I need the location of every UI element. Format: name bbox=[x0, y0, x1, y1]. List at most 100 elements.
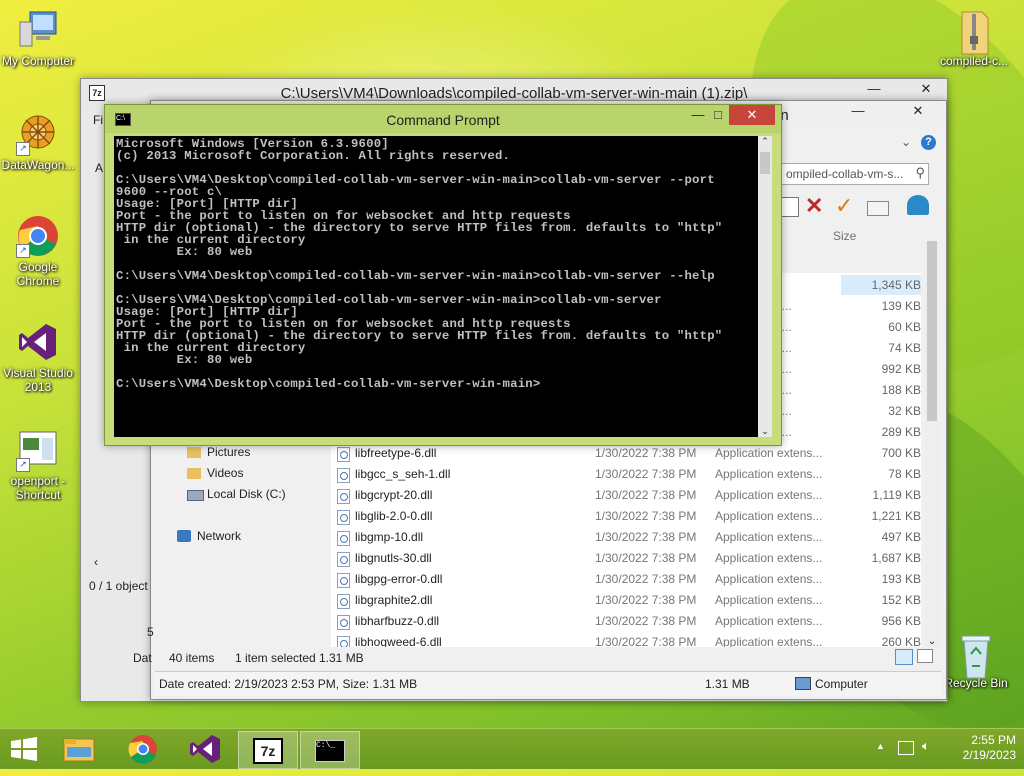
taskbar-file-explorer[interactable] bbox=[50, 731, 108, 767]
zip-scroll-left[interactable]: ‹ bbox=[89, 555, 103, 569]
recycle-bin-icon bbox=[954, 630, 998, 679]
file-name: libhogweed-6.dll bbox=[355, 635, 442, 647]
cmd-scroll-thumb[interactable] bbox=[760, 152, 770, 174]
file-size: 139 KB bbox=[881, 299, 921, 313]
nav-label: Local Disk (C:) bbox=[207, 487, 286, 501]
file-type: Application extens... bbox=[715, 635, 823, 647]
table-row[interactable]: libhogweed-6.dll 1/30/2022 7:38 PM Applica… bbox=[331, 632, 921, 647]
help-icon[interactable]: ? bbox=[921, 135, 936, 150]
desktop-icon-openport[interactable]: ↗ openport - Shortcut bbox=[0, 428, 76, 502]
shell-icon[interactable] bbox=[907, 195, 929, 215]
table-row[interactable]: libgcrypt-20.dll 1/30/2022 7:38 PM Applica… bbox=[331, 485, 921, 506]
desktop-icon-label: DataWagon... bbox=[1, 158, 75, 172]
scroll-down-arrow[interactable]: ⌄ bbox=[925, 636, 939, 647]
table-row[interactable]: libgcc_s_seh-1.dll 1/30/2022 7:38 PM Appli… bbox=[331, 464, 921, 485]
nav-videos[interactable]: Videos bbox=[187, 463, 327, 484]
dll-file-icon bbox=[337, 615, 350, 630]
scroll-down-arrow[interactable]: ⌄ bbox=[758, 426, 772, 437]
table-row[interactable]: libglib-2.0-0.dll 1/30/2022 7:38 PM Applic… bbox=[331, 506, 921, 527]
file-size: 74 KB bbox=[888, 341, 921, 355]
table-row[interactable]: libharfbuzz-0.dll 1/30/2022 7:38 PM Applic… bbox=[331, 611, 921, 632]
address-bar[interactable]: ompiled-collab-vm-s... ⚲ bbox=[781, 163, 929, 185]
selection-count: 1 item selected bbox=[235, 651, 316, 665]
computer-icon bbox=[16, 8, 60, 52]
desktop-icon-visual-studio[interactable]: Visual Studio 2013 bbox=[0, 320, 76, 394]
dll-file-icon bbox=[337, 573, 350, 588]
nav-label: Network bbox=[197, 529, 242, 543]
cmd-close-button[interactable]: ✕ bbox=[729, 105, 775, 125]
command-prompt-window[interactable]: C:\ Command Prompt — □ ✕ Microsoft Windo… bbox=[104, 104, 782, 446]
table-row[interactable]: libfreetype-6.dll 1/30/2022 7:38 PM Applic… bbox=[331, 443, 921, 464]
details-location: Computer bbox=[815, 677, 868, 691]
copy-icon[interactable] bbox=[781, 197, 799, 217]
cmd-console[interactable]: Microsoft Windows [Version 6.3.9600] (c)… bbox=[114, 136, 758, 437]
zip-menu-text[interactable]: Fi bbox=[93, 113, 103, 127]
scroll-up-arrow[interactable]: ⌃ bbox=[758, 136, 772, 147]
taskbar-chrome[interactable] bbox=[114, 731, 172, 767]
explorer-side-dat: Dat bbox=[133, 651, 152, 665]
desktop-icon-datawagon[interactable]: ↗ DataWagon... bbox=[0, 112, 76, 172]
file-date: 1/30/2022 7:38 PM bbox=[595, 488, 697, 502]
desktop-icon-compiled-zip[interactable]: compiled-c... bbox=[936, 6, 1012, 68]
size-column-header[interactable]: Size bbox=[833, 229, 856, 243]
nav-network[interactable]: Network bbox=[177, 526, 327, 547]
file-size: 1,119 KB bbox=[872, 488, 921, 502]
file-date: 1/30/2022 7:38 PM bbox=[595, 467, 697, 481]
clock-date: 2/19/2023 bbox=[962, 748, 1016, 762]
delete-icon[interactable]: ✕ bbox=[805, 193, 823, 219]
clock[interactable]: 2:55 PM 2/19/2023 bbox=[944, 733, 1016, 763]
file-date: 1/30/2022 7:38 PM bbox=[595, 509, 697, 523]
vertical-scrollbar[interactable]: ⌄ bbox=[925, 241, 939, 647]
network-tray-icon[interactable] bbox=[898, 741, 914, 755]
file-name: libgcrypt-20.dll bbox=[355, 488, 433, 502]
file-name: libgnutls-30.dll bbox=[355, 551, 432, 565]
shortcut-arrow-icon: ↗ bbox=[16, 244, 30, 258]
7zip-icon: 7z bbox=[253, 738, 283, 764]
cmd-titlebar[interactable]: C:\ Command Prompt — □ ✕ bbox=[105, 105, 781, 133]
windows-logo-icon bbox=[11, 737, 37, 761]
cmd-scrollbar[interactable]: ⌃ ⌄ bbox=[758, 136, 772, 437]
shortcut-arrow-icon: ↗ bbox=[16, 142, 30, 156]
openport-icon: ↗ bbox=[16, 428, 60, 472]
desktop-icon-my-computer[interactable]: My Computer bbox=[0, 8, 76, 68]
volume-icon[interactable]: 🔈︎ bbox=[922, 738, 930, 754]
table-row[interactable]: libgraphite2.dll 1/30/2022 7:38 PM Applica… bbox=[331, 590, 921, 611]
file-size: 497 KB bbox=[881, 530, 921, 544]
minimize-button[interactable]: — bbox=[859, 79, 889, 99]
close-button[interactable]: ✕ bbox=[907, 79, 945, 99]
search-icon[interactable]: ⚲ bbox=[915, 165, 925, 181]
check-icon[interactable]: ✓ bbox=[835, 193, 853, 219]
dll-file-icon bbox=[337, 594, 350, 609]
desktop-icon-recycle-bin[interactable]: Recycle Bin bbox=[938, 630, 1014, 690]
zip-side-letter: A bbox=[95, 161, 104, 175]
scrollbar-thumb[interactable] bbox=[927, 241, 937, 421]
table-row[interactable]: libgnutls-30.dll 1/30/2022 7:38 PM Applica… bbox=[331, 548, 921, 569]
tiles-view-icon[interactable] bbox=[917, 649, 933, 663]
nav-label: Videos bbox=[207, 466, 244, 480]
info-icon[interactable] bbox=[867, 201, 889, 216]
file-size: 193 KB bbox=[881, 572, 921, 586]
file-type: Application extens... bbox=[715, 530, 823, 544]
desktop-icon-label: compiled-c... bbox=[939, 54, 1009, 68]
desktop-icon-chrome[interactable]: ↗ Google Chrome bbox=[0, 214, 76, 288]
chevron-down-icon[interactable]: ⌄ bbox=[901, 135, 911, 149]
file-type: Application extens... bbox=[715, 551, 823, 565]
start-button[interactable] bbox=[10, 737, 38, 761]
dll-file-icon bbox=[337, 531, 350, 546]
table-row[interactable]: libgmp-10.dll 1/30/2022 7:38 PM Applicatio… bbox=[331, 527, 921, 548]
table-row[interactable]: libgpg-error-0.dll 1/30/2022 7:38 PM Appli… bbox=[331, 569, 921, 590]
nav-local-disk[interactable]: Local Disk (C:) bbox=[187, 484, 327, 505]
taskbar-command-prompt[interactable]: C:\_ bbox=[300, 731, 360, 769]
details-view-icon[interactable] bbox=[895, 649, 913, 665]
file-type: Application extens... bbox=[715, 488, 823, 502]
taskbar-visual-studio[interactable] bbox=[176, 731, 234, 767]
drive-icon bbox=[187, 490, 204, 501]
file-size: 78 KB bbox=[888, 467, 921, 481]
taskbar-7zip[interactable]: 7z bbox=[238, 731, 298, 769]
tray-expand-icon[interactable]: ▲ bbox=[876, 741, 885, 751]
file-type: Application extens... bbox=[715, 446, 823, 460]
explorer-close-button[interactable]: ✕ bbox=[893, 101, 943, 121]
zip-status: 0 / 1 object bbox=[89, 579, 148, 593]
dll-file-icon bbox=[337, 636, 350, 647]
explorer-minimize-button[interactable]: — bbox=[843, 101, 873, 121]
